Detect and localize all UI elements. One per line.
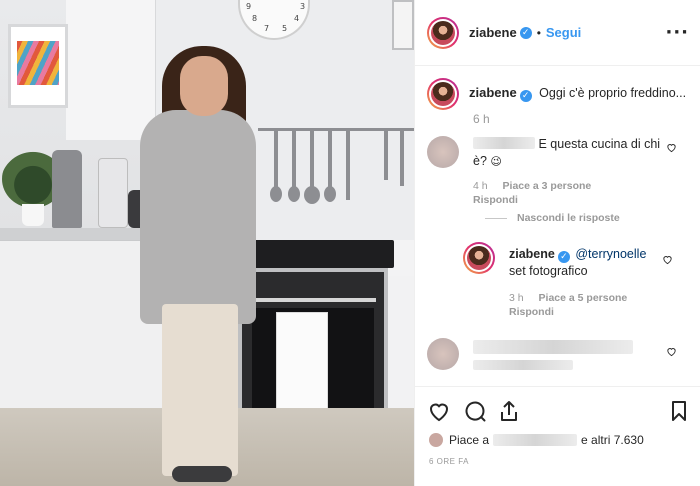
heart-icon[interactable] [427, 399, 451, 423]
more-options-icon[interactable]: ··· [665, 22, 689, 43]
comment-icon[interactable] [463, 399, 487, 423]
person-trousers [162, 304, 238, 476]
liked-by[interactable]: Piace a e altri 7.630 [429, 433, 644, 447]
countertop [0, 228, 162, 240]
share-icon[interactable] [497, 399, 521, 423]
upper-cabinet [66, 0, 156, 140]
stand-mixer [52, 150, 82, 228]
heart-icon[interactable] [666, 346, 677, 357]
post-timestamp[interactable]: 6 ORE FA [429, 457, 469, 466]
person-sweater [140, 110, 256, 324]
blurred-avatar [427, 338, 459, 370]
blurred-username[interactable] [493, 434, 578, 446]
reply-button[interactable]: Rispondi [509, 306, 554, 318]
blurred-text [473, 360, 573, 370]
verified-badge-icon: ✓ [557, 251, 570, 263]
person-shoes [172, 466, 232, 482]
avatar[interactable] [427, 16, 459, 49]
blurred-username[interactable] [473, 137, 535, 149]
heart-icon[interactable] [666, 142, 677, 153]
caption-text: Oggi c'è proprio freddino... [539, 86, 687, 100]
reply-button[interactable]: Rispondi [473, 194, 518, 206]
post-photo[interactable]: 9 8 7 5 4 3 [0, 0, 414, 486]
reply-time[interactable]: 3 h [509, 292, 524, 304]
avatar[interactable] [427, 78, 459, 110]
utensil-rail [258, 128, 414, 131]
comment-text: E questa cucina di chi [538, 137, 661, 151]
liker-avatar [429, 433, 443, 447]
juicer [98, 158, 128, 228]
blurred-text [473, 340, 633, 354]
post-author-username[interactable]: ziabene [469, 25, 517, 40]
comment-likes[interactable]: Piace a 3 persone [503, 180, 592, 192]
separator-dot: • [536, 25, 541, 40]
reply-username[interactable]: ziabene [509, 247, 555, 261]
avatar[interactable] [463, 242, 495, 274]
post-side-panel: ziabene ✓ • Segui ··· ziabene ✓ Oggi c'è … [414, 0, 700, 486]
reply-text: set fotografico [509, 264, 588, 278]
heart-icon[interactable] [662, 254, 673, 265]
bookmark-icon[interactable] [667, 399, 691, 423]
caption-time[interactable]: 6 h [473, 112, 490, 126]
wink-emoji: 😉 [490, 155, 502, 168]
lower-cabinet [0, 240, 162, 410]
blurred-avatar [427, 136, 459, 168]
comment-time[interactable]: 4 h [473, 180, 488, 192]
post-header: ziabene ✓ • Segui ··· [415, 0, 700, 66]
post-actions: Piace a e altri 7.630 6 ORE FA [415, 386, 700, 486]
follow-button[interactable]: Segui [546, 25, 581, 40]
post-caption: ziabene ✓ Oggi c'è proprio freddino... 6 … [427, 78, 697, 126]
comment-text-cont: è? [473, 154, 487, 168]
hide-replies[interactable]: Nascondi le risposte [485, 212, 620, 224]
wall-poster [8, 24, 68, 108]
cooktop [244, 240, 394, 268]
verified-badge-icon: ✓ [519, 90, 532, 102]
likes-count[interactable]: e altri 7.630 [581, 433, 644, 447]
mention-link[interactable]: @terrynoelle [575, 247, 646, 261]
verified-badge-icon: ✓ [519, 26, 532, 39]
plant-pot [22, 204, 44, 226]
reply-likes[interactable]: Piace a 5 persone [539, 292, 628, 304]
person-face [180, 56, 228, 116]
towel [276, 312, 328, 416]
caption-username[interactable]: ziabene [469, 85, 517, 100]
wall-frame [392, 0, 414, 50]
